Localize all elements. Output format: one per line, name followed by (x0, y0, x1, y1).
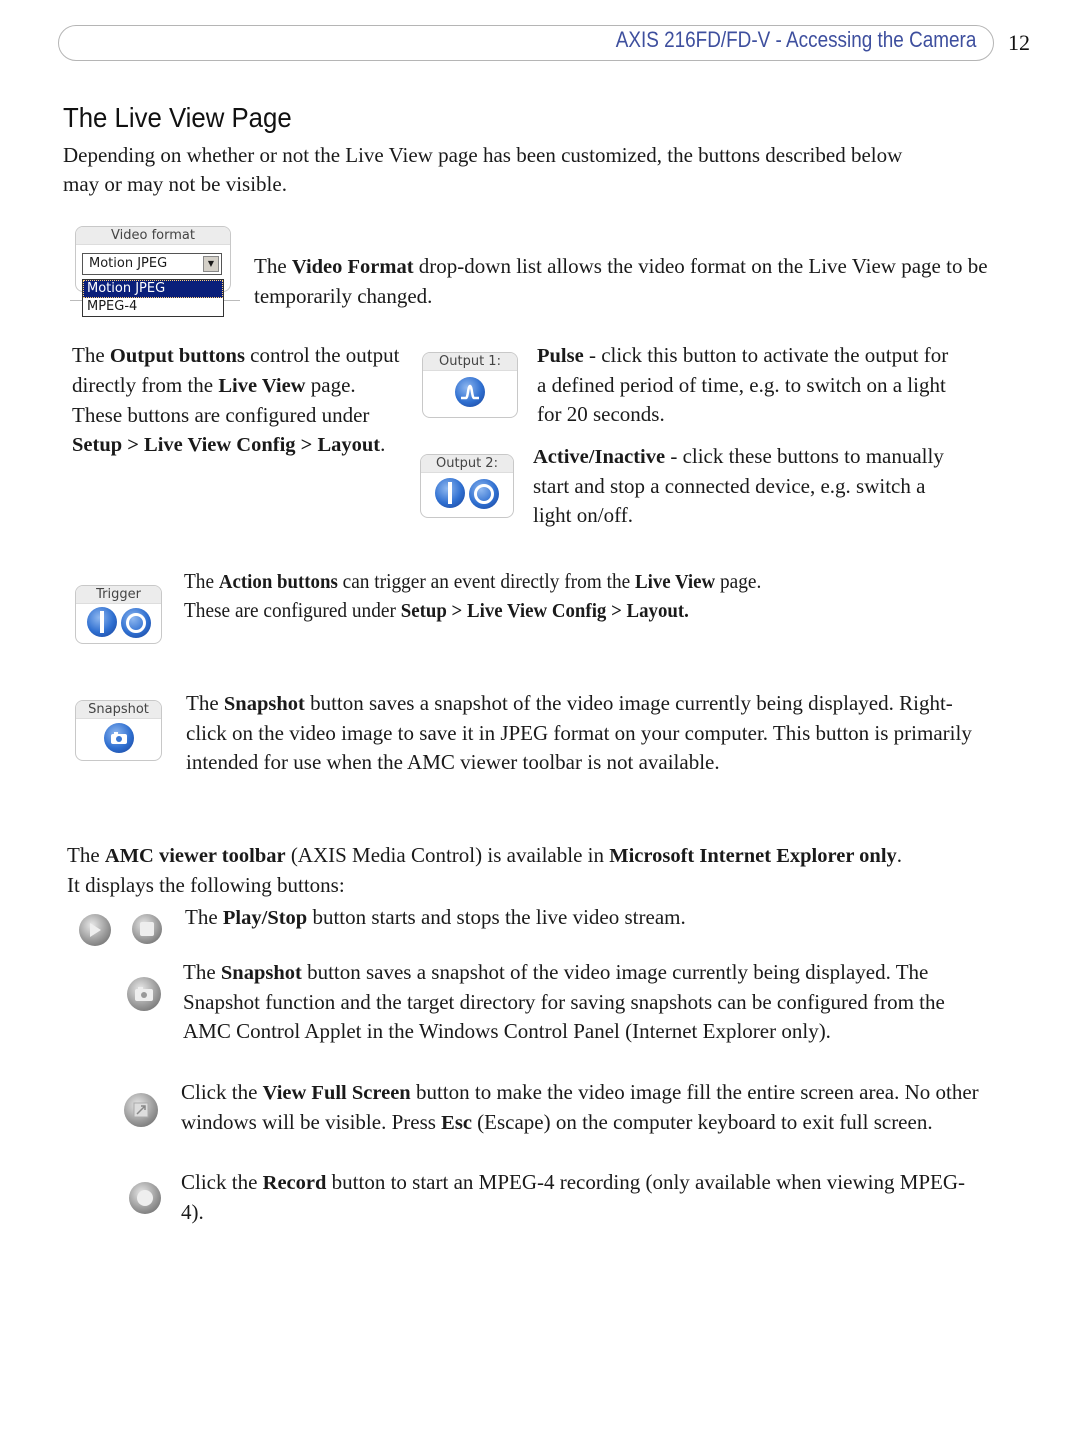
fullscreen-desc: Click the View Full Screen button to mak… (181, 1078, 981, 1138)
text: button starts and stops the live video s… (307, 905, 686, 929)
record-desc: Click the Record button to start an MPEG… (181, 1168, 981, 1227)
text: Click the (181, 1170, 263, 1194)
intro-text: Depending on whether or not the Live Vie… (63, 143, 903, 196)
bold-term: Setup > Live View Config > Layout (72, 434, 381, 456)
amc-desc: The AMC viewer toolbar (AXIS Media Contr… (67, 841, 907, 900)
text: button saves a snapshot of the video ima… (186, 691, 972, 774)
bold-term: Snapshot (223, 693, 305, 715)
trigger-widget: Trigger (75, 585, 162, 644)
page-title: The Live View Page (63, 102, 292, 133)
bold-term: Action buttons (218, 571, 338, 593)
bold-term: Microsoft Internet Explorer only (609, 845, 897, 867)
output1-label: Output 1: (423, 353, 517, 371)
amc-snapshot-desc: The Snapshot button saves a snapshot of … (183, 958, 983, 1046)
output1-widget: Output 1: (422, 352, 518, 418)
bold-term: View Full Screen (262, 1082, 411, 1104)
text: - click this button to activate the outp… (537, 343, 949, 426)
text: These are configured under (184, 598, 401, 622)
text: The (67, 843, 105, 867)
play-icon (90, 923, 101, 937)
snapshot-label: Snapshot (76, 701, 161, 719)
output2-widget: Output 2: (420, 454, 514, 518)
inactive-button[interactable] (469, 479, 499, 509)
page-title-wrap: The Live View Page (63, 102, 312, 134)
bold-term: Play/Stop (222, 907, 308, 929)
fullscreen-button[interactable] (124, 1093, 158, 1127)
text: (Escape) on the computer keyboard to exi… (471, 1110, 933, 1134)
play-button[interactable] (79, 914, 111, 946)
text: can trigger an event directly from the (337, 569, 636, 593)
off-icon (125, 613, 146, 633)
bold-term: Video Format (291, 256, 414, 278)
option-mpeg4[interactable]: MPEG-4 (83, 298, 223, 316)
trigger-on-button[interactable] (86, 607, 117, 637)
video-format-dropdown: Motion JPEG MPEG-4 (82, 279, 224, 317)
bold-term: Live View (218, 375, 306, 397)
text: The (254, 254, 292, 278)
on-icon (99, 611, 104, 633)
page-number: 12 (1008, 30, 1030, 55)
video-format-label: Video format (76, 227, 230, 245)
text: Click the (181, 1080, 263, 1104)
bold-term: Record (262, 1172, 327, 1194)
snapshot-desc: The Snapshot button saves a snapshot of … (186, 689, 976, 777)
trigger-off-button[interactable] (120, 608, 151, 638)
active-button[interactable] (435, 478, 465, 508)
pulse-button[interactable] (455, 377, 485, 407)
active-inactive-desc: Active/Inactive - click these buttons to… (533, 442, 953, 530)
fullscreen-icon (133, 1102, 149, 1118)
snapshot-button[interactable] (103, 723, 134, 753)
header-title: AXIS 216FD/FD-V - Accessing the Camera (615, 27, 976, 52)
bold-term: Snapshot (220, 962, 302, 984)
text: The (183, 960, 221, 984)
bold-term: Setup > Live View Config > Layout. (400, 600, 689, 622)
on-icon (448, 482, 452, 504)
playstop-desc: The Play/Stop button starts and stops th… (185, 903, 975, 933)
text: The (72, 343, 110, 367)
bold-term: Pulse (537, 345, 584, 367)
off-icon (474, 484, 494, 504)
chevron-down-icon[interactable]: ▼ (203, 256, 219, 272)
text: The (184, 569, 219, 593)
stop-icon (140, 922, 154, 936)
pulse-icon (461, 384, 479, 400)
bold-term: Live View (635, 571, 716, 593)
text: page. (715, 569, 762, 593)
trigger-label: Trigger (76, 586, 161, 604)
option-motion-jpeg[interactable]: Motion JPEG (83, 280, 223, 298)
stop-button[interactable] (132, 914, 162, 944)
snapshot-widget: Snapshot (75, 700, 162, 761)
camera-icon (135, 987, 153, 1001)
record-button[interactable] (129, 1182, 161, 1214)
bold-term: Output buttons (109, 345, 245, 367)
video-format-desc: The Video Format drop-down list allows t… (254, 252, 994, 311)
text: The (185, 905, 223, 929)
camera-icon (110, 732, 127, 744)
record-icon (137, 1190, 153, 1206)
trigger-desc-line2: These are configured under Setup > Live … (184, 596, 689, 626)
bold-term: Esc (441, 1112, 472, 1134)
trigger-desc-line1: The Action buttons can trigger an event … (184, 567, 761, 597)
pulse-desc: Pulse - click this button to activate th… (537, 341, 957, 429)
text: The (186, 691, 224, 715)
amc-snapshot-button[interactable] (127, 977, 161, 1011)
video-format-selected: Motion JPEG (89, 256, 168, 271)
video-format-select[interactable]: Motion JPEG ▼ (82, 253, 222, 275)
output2-label: Output 2: (421, 455, 513, 473)
text: (AXIS Media Control) is available in (285, 843, 610, 867)
text: . (380, 432, 386, 456)
output-buttons-desc: The Output buttons control the output di… (72, 341, 402, 460)
bold-term: Active/Inactive (533, 446, 666, 468)
bold-term: AMC viewer toolbar (104, 845, 286, 867)
